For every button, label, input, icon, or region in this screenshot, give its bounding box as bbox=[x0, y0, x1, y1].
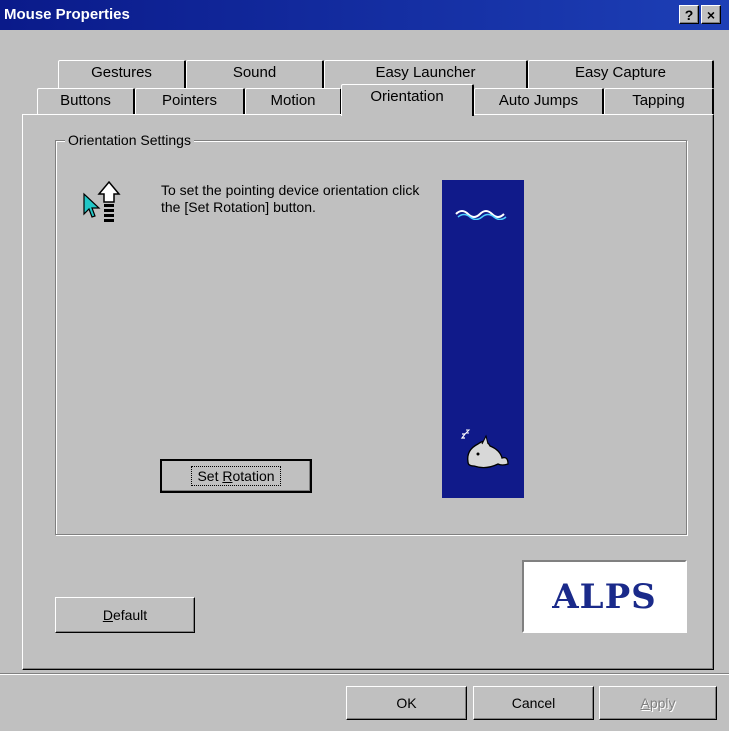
tab-auto-jumps[interactable]: Auto Jumps bbox=[474, 88, 604, 115]
ok-button[interactable]: OK bbox=[346, 686, 467, 720]
arrow-up-pointer-icon bbox=[80, 180, 124, 228]
accelerator-key: A bbox=[640, 695, 650, 711]
ok-label: OK bbox=[396, 695, 417, 711]
label-part: Set bbox=[197, 468, 223, 484]
apply-button[interactable]: Apply bbox=[599, 686, 717, 720]
apply-label: Apply bbox=[640, 695, 675, 711]
alps-logo: ALPS bbox=[522, 560, 687, 633]
tab-label: Pointers bbox=[161, 92, 218, 109]
tab-label: Gestures bbox=[91, 64, 152, 81]
label-part: efault bbox=[112, 607, 148, 623]
tab-label: Motion bbox=[270, 92, 316, 109]
tab-label: Auto Jumps bbox=[498, 92, 579, 109]
window-title: Mouse Properties bbox=[4, 6, 130, 23]
group-label: Orientation Settings bbox=[65, 132, 194, 148]
tab-tapping[interactable]: Tapping bbox=[604, 88, 714, 115]
tab-orientation[interactable]: Orientation bbox=[341, 84, 474, 116]
tab-label: Buttons bbox=[60, 92, 111, 109]
tab-label: Tapping bbox=[632, 92, 685, 109]
close-button[interactable]: × bbox=[701, 5, 721, 24]
set-rotation-button[interactable]: Set Rotation bbox=[160, 459, 312, 493]
set-rotation-label: Set Rotation bbox=[191, 466, 281, 486]
tab-label: Easy Launcher bbox=[375, 64, 476, 81]
default-button[interactable]: Default bbox=[55, 597, 195, 633]
tab-buttons[interactable]: Buttons bbox=[37, 88, 135, 115]
tab-gestures[interactable]: Gestures bbox=[58, 60, 186, 88]
instruction-text: To set the pointing device orientation c… bbox=[161, 182, 420, 215]
label-part: otation bbox=[232, 468, 275, 484]
orientation-preview bbox=[442, 180, 524, 498]
tab-easy-capture[interactable]: Easy Capture bbox=[528, 60, 714, 88]
accelerator-key: D bbox=[102, 607, 113, 623]
tab-label: Sound bbox=[232, 64, 277, 81]
tab-sound[interactable]: Sound bbox=[186, 60, 324, 88]
tab-label: Easy Capture bbox=[575, 64, 666, 81]
cancel-button[interactable]: Cancel bbox=[473, 686, 594, 720]
tab-label: Orientation bbox=[370, 88, 444, 105]
default-label: Default bbox=[103, 607, 147, 623]
tab-motion[interactable]: Motion bbox=[245, 88, 342, 115]
waves-icon bbox=[454, 206, 510, 221]
dolphin-icon bbox=[456, 428, 512, 474]
logo-text: ALPS bbox=[552, 576, 657, 617]
cancel-label: Cancel bbox=[511, 695, 556, 711]
tab-pointers[interactable]: Pointers bbox=[135, 88, 245, 115]
help-button[interactable]: ? bbox=[679, 5, 699, 24]
title-bar: Mouse Properties ? × bbox=[0, 0, 729, 30]
accelerator-key: R bbox=[222, 468, 233, 484]
mouse-properties-dialog: Mouse Properties ? × Gestures Sound Easy… bbox=[0, 0, 729, 731]
divider bbox=[0, 673, 729, 675]
label-part: pply bbox=[649, 695, 676, 711]
